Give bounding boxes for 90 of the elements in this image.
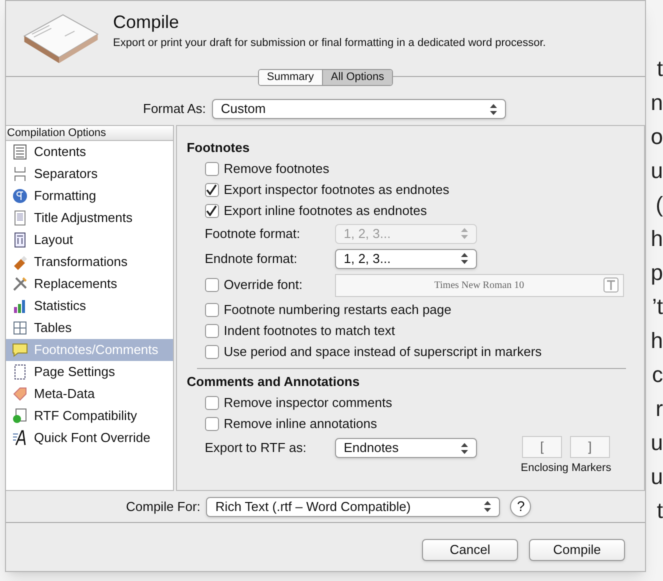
checkbox[interactable] [204, 302, 219, 316]
document-text-fragment: t [656, 497, 663, 525]
checkbox[interactable] [204, 162, 219, 176]
format-popup[interactable]: Custom [212, 99, 506, 119]
checkbox[interactable] [204, 182, 219, 196]
option-label: Indent footnotes to match text [224, 322, 396, 340]
sidebar-header: Compilation Options [6, 126, 173, 141]
marker-field[interactable]: [ [522, 436, 562, 458]
note-icon [12, 342, 28, 358]
document-text-fragment: c [651, 361, 663, 389]
document-text-fragment: o [650, 123, 663, 151]
brush-icon [12, 254, 28, 270]
paragraph-icon [12, 188, 28, 204]
compile-for-label: Compile For: [126, 498, 200, 516]
option-label: Override font: [224, 276, 302, 294]
sidebar-item[interactable]: Separators [6, 163, 173, 185]
section-heading: Footnotes [186, 139, 251, 157]
format-popup[interactable]: 1, 2, 3... [334, 248, 477, 268]
checkmark-icon [206, 184, 218, 195]
option-label: Remove inline annotations [224, 414, 377, 433]
stepper-arrows-icon [460, 228, 468, 239]
dialog-button[interactable]: Cancel [422, 539, 518, 561]
stepper-arrows-icon [460, 442, 468, 454]
section-heading: Comments and Annotations [186, 373, 361, 391]
stepper-arrows-icon [484, 501, 492, 512]
document-text-fragment: ’t [651, 293, 663, 321]
document-text-fragment: r [654, 395, 663, 423]
checkbox[interactable] [204, 204, 219, 218]
option-label: Export to RTF as: [204, 439, 308, 457]
option-label: Remove inspector comments [224, 394, 392, 412]
option-label: Footnote numbering restarts each page [224, 300, 452, 319]
table-icon [12, 320, 28, 336]
checkbox[interactable] [204, 344, 219, 358]
document-text-fragment: ( [654, 191, 663, 219]
bar-chart-icon [12, 298, 28, 314]
checkmark-icon [206, 205, 218, 216]
sidebar-item[interactable]: Transformations [6, 251, 173, 273]
sidebar-item[interactable]: Tables [6, 317, 173, 339]
option-label: Export inspector footnotes as endnotes [224, 180, 450, 199]
dialog-subtitle: Export or print your draft for submission or final formatting in a dedicated word processor. [113, 36, 546, 51]
compile-for-popup[interactable]: Rich Text (.rtf – Word Compatible) [206, 496, 500, 516]
stepper-arrows-icon [460, 253, 468, 264]
dialog-button[interactable]: Compile [529, 539, 625, 561]
document-text-fragment: h [650, 327, 663, 355]
sidebar-item[interactable]: RTF Compatibility [6, 405, 173, 427]
tab[interactable]: Summary [258, 70, 322, 85]
document-text-fragment: u [650, 429, 663, 457]
document-check-icon [12, 408, 28, 424]
font-icon [12, 430, 28, 446]
format-as-label: Format As: [143, 100, 206, 118]
checkbox[interactable] [204, 416, 219, 430]
sidebar-item[interactable]: Quick Font Override [6, 427, 173, 449]
option-label: Footnote format: [204, 224, 302, 243]
option-label: Endnote format: [204, 250, 298, 268]
checkbox[interactable] [204, 324, 219, 338]
font-field[interactable]: Times New Roman 10 [334, 274, 624, 296]
document-text-fragment: h [650, 225, 663, 253]
sidebar-item[interactable]: Contents [6, 141, 173, 163]
document-text-fragment: u [650, 463, 663, 491]
sidebar-item[interactable]: Page Settings [6, 361, 173, 383]
export-popup[interactable]: Endnotes [334, 438, 477, 458]
sidebar-item[interactable]: Title Adjustments [6, 207, 173, 229]
checkbox[interactable] [204, 396, 219, 410]
sidebar-item[interactable]: Layout [6, 229, 173, 251]
sidebar-item[interactable]: Meta-Data [6, 383, 173, 405]
sidebar-item[interactable]: Statistics [6, 295, 173, 317]
marker-field[interactable]: ] [570, 436, 610, 458]
sidebar-item[interactable]: Formatting [6, 185, 173, 207]
page-icon [12, 210, 28, 226]
stepper-arrows-icon [490, 104, 497, 114]
document-text-fragment: u [650, 157, 663, 185]
document-text-fragment: p [650, 259, 663, 287]
list-icon [12, 144, 28, 160]
layout-icon [12, 232, 28, 248]
tab[interactable]: All Options [322, 70, 392, 85]
help-button[interactable]: ? [510, 496, 532, 517]
sidebar-item[interactable]: Replacements [6, 273, 173, 295]
tag-icon [12, 386, 28, 402]
document-text-fragment: n [650, 89, 663, 117]
dialog-title: Compile [113, 11, 180, 34]
option-label: Remove footnotes [224, 160, 330, 178]
page-icon [12, 364, 28, 380]
separator-icon [12, 166, 28, 182]
document-text-fragment: t [656, 55, 663, 83]
tools-icon [12, 276, 28, 292]
markers-caption: Enclosing Markers [520, 461, 612, 476]
checkbox[interactable] [204, 278, 219, 292]
font-icon[interactable] [602, 277, 619, 293]
option-label: Export inline footnotes as endnotes [224, 202, 427, 220]
option-label: Use period and space instead of superscript in markers [224, 342, 542, 361]
